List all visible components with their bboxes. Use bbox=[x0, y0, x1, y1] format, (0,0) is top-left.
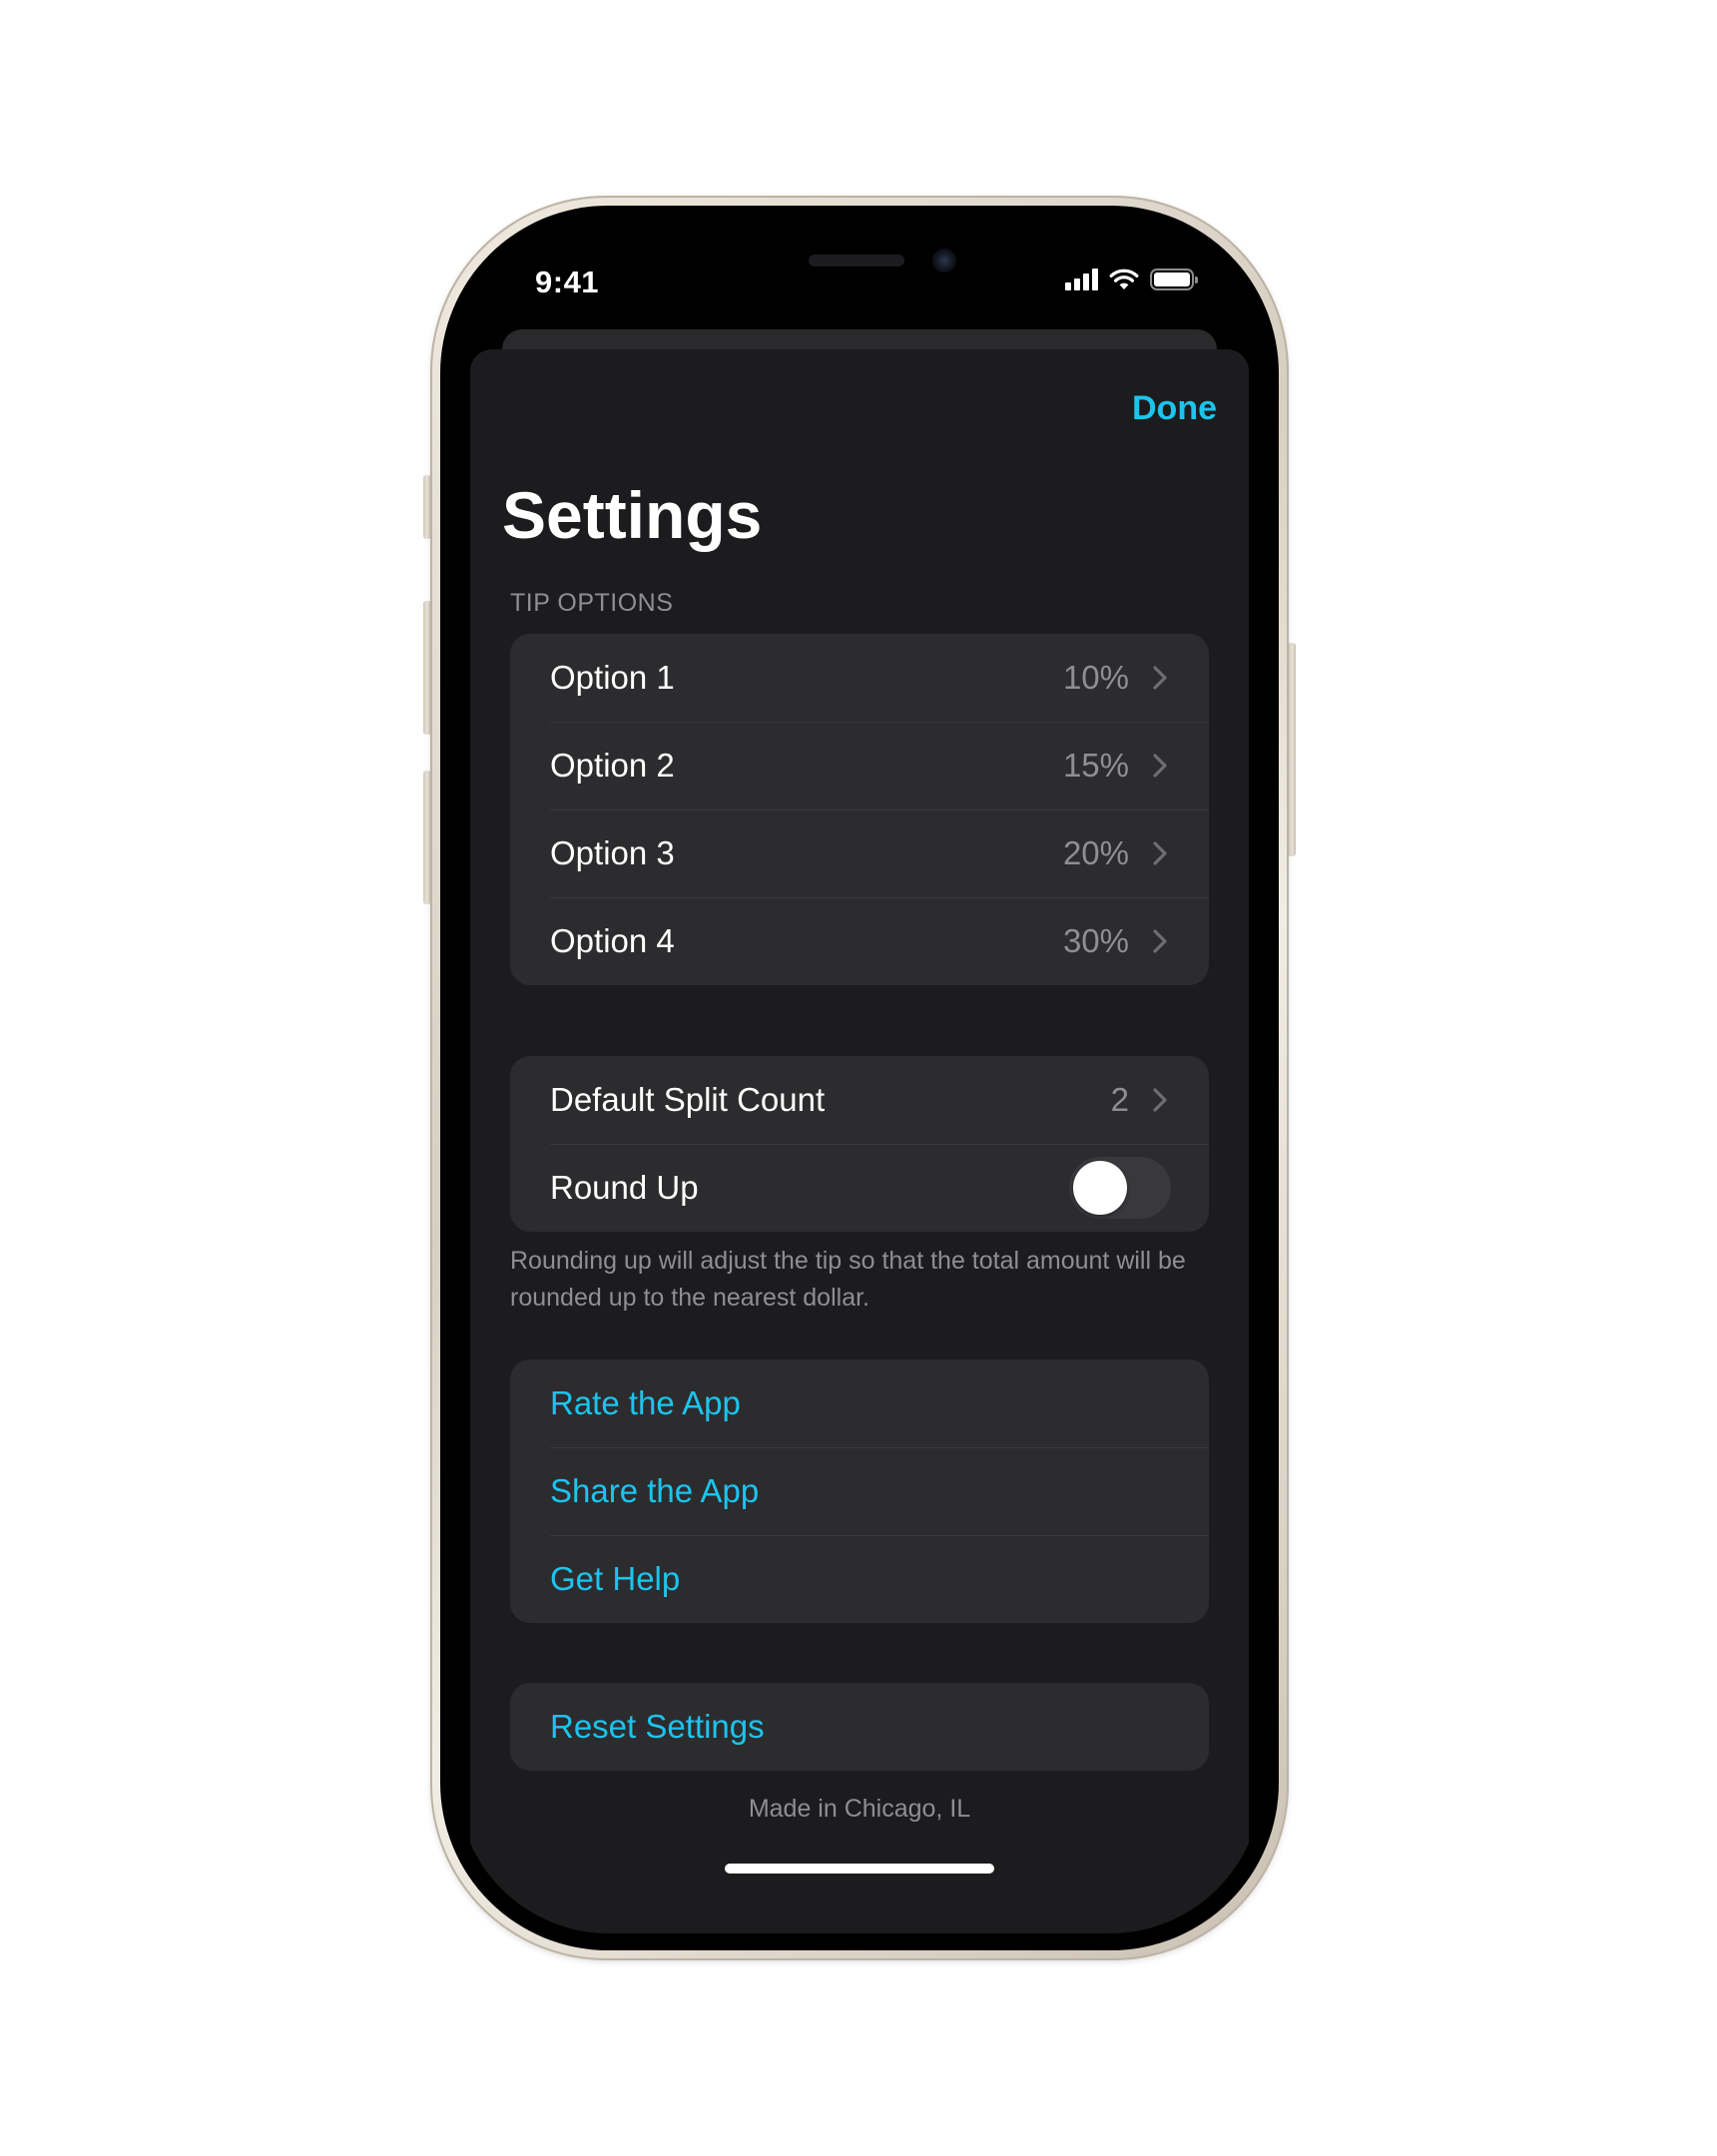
round-up-row: Round Up bbox=[510, 1144, 1209, 1232]
reset-group: Reset Settings bbox=[510, 1683, 1209, 1771]
reset-settings-row[interactable]: Reset Settings bbox=[510, 1683, 1209, 1771]
cellular-signal-icon bbox=[1065, 269, 1098, 290]
settings-sheet: Done Settings TIP OPTIONS Option 1 10% O… bbox=[470, 349, 1249, 1933]
row-label: Option 2 bbox=[550, 747, 675, 784]
row-label: Option 4 bbox=[550, 922, 675, 959]
toggle-knob bbox=[1073, 1161, 1127, 1215]
front-camera bbox=[932, 249, 956, 272]
round-up-footnote: Rounding up will adjust the tip so that … bbox=[510, 1247, 1186, 1312]
page-title: Settings bbox=[502, 478, 763, 552]
row-label: Option 3 bbox=[550, 834, 675, 871]
app-links-group: Rate the App Share the App Get Help bbox=[510, 1359, 1209, 1623]
home-indicator[interactable] bbox=[725, 1864, 994, 1874]
done-button[interactable]: Done bbox=[1132, 389, 1217, 428]
share-app-row[interactable]: Share the App bbox=[510, 1447, 1209, 1535]
tip-option-row[interactable]: Option 2 15% bbox=[510, 722, 1209, 809]
chevron-right-icon bbox=[1153, 841, 1167, 865]
wifi-icon bbox=[1109, 269, 1139, 289]
tip-options-group: Option 1 10% Option 2 15% Option 3 20% O… bbox=[510, 634, 1209, 985]
power-button bbox=[1288, 643, 1296, 856]
device-mockup: 9:41 Done Settings TIP OPTIONS Option 1 … bbox=[0, 0, 1717, 2156]
status-icons bbox=[1065, 267, 1198, 292]
chevron-right-icon bbox=[1153, 666, 1167, 690]
chevron-right-icon bbox=[1153, 929, 1167, 953]
get-help-link[interactable]: Get Help bbox=[550, 1560, 1169, 1598]
row-value: 30% bbox=[1062, 922, 1129, 959]
row-label: Round Up bbox=[550, 1169, 699, 1206]
chevron-right-icon bbox=[1153, 1088, 1167, 1112]
row-label: Default Split Count bbox=[550, 1081, 826, 1118]
earpiece-speaker bbox=[809, 255, 904, 267]
chevron-right-icon bbox=[1153, 754, 1167, 778]
row-value: 20% bbox=[1062, 834, 1129, 871]
tip-option-row[interactable]: Option 3 20% bbox=[510, 809, 1209, 897]
default-split-count-row[interactable]: Default Split Count 2 bbox=[510, 1056, 1209, 1144]
phone-screen: 9:41 Done Settings TIP OPTIONS Option 1 … bbox=[457, 223, 1262, 1933]
credit-text: Made in Chicago, IL bbox=[748, 1795, 971, 1823]
round-up-toggle[interactable] bbox=[1069, 1157, 1171, 1219]
status-time: 9:41 bbox=[535, 265, 600, 299]
row-value: 15% bbox=[1062, 747, 1129, 784]
tip-option-row[interactable]: Option 4 30% bbox=[510, 897, 1209, 985]
tip-options-header: TIP OPTIONS bbox=[510, 589, 674, 617]
battery-full-icon bbox=[1150, 269, 1198, 290]
split-settings-group: Default Split Count 2 Round Up bbox=[510, 1056, 1209, 1232]
rate-app-link[interactable]: Rate the App bbox=[550, 1384, 1169, 1422]
tip-option-row[interactable]: Option 1 10% bbox=[510, 634, 1209, 722]
row-value: 2 bbox=[1110, 1081, 1129, 1118]
row-value: 10% bbox=[1062, 659, 1129, 696]
get-help-row[interactable]: Get Help bbox=[510, 1535, 1209, 1623]
share-app-link[interactable]: Share the App bbox=[550, 1472, 1169, 1510]
reset-settings-link[interactable]: Reset Settings bbox=[550, 1708, 1169, 1746]
row-label: Option 1 bbox=[550, 659, 675, 696]
rate-app-row[interactable]: Rate the App bbox=[510, 1359, 1209, 1447]
